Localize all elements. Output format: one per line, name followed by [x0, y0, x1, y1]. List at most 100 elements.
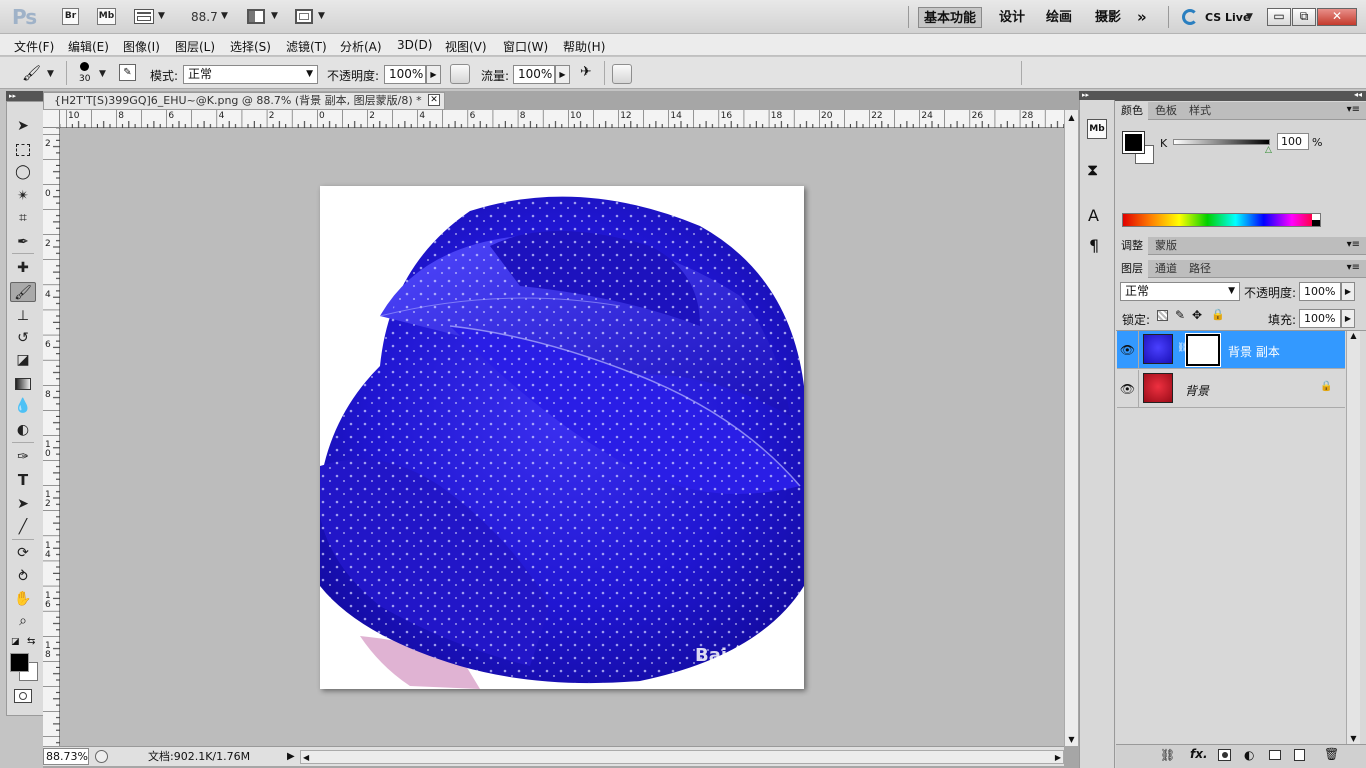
clone-stamp-tool-icon[interactable]: ⊥ [10, 306, 36, 326]
zoom-input[interactable]: 88.73% [43, 748, 89, 765]
menu-help[interactable]: 帮助(H) [563, 38, 605, 55]
mini-bridge-button[interactable]: Mb [97, 8, 116, 25]
chevron-down-icon[interactable]: ▼ [158, 11, 165, 21]
status-menu-arrow-icon[interactable]: ▶ [287, 748, 295, 766]
tools-header[interactable]: ▸▸ [6, 91, 44, 101]
ruler-origin[interactable] [43, 110, 60, 128]
hand-tool-icon[interactable]: ✋ [10, 589, 36, 609]
path-selection-tool-icon[interactable]: ➤ [10, 494, 36, 514]
layer-row-background[interactable]: 👁 背景 🔒 [1117, 370, 1345, 408]
pen-tool-icon[interactable]: ✑ [10, 447, 36, 467]
group-icon[interactable] [1269, 750, 1281, 760]
opacity-slider-button[interactable]: ▶ [426, 65, 441, 84]
character-panel-icon[interactable]: A [1088, 206, 1099, 225]
lock-position-icon[interactable]: ✥ [1192, 308, 1202, 322]
workspace-essentials-button[interactable]: 基本功能 [918, 7, 982, 28]
layer-opacity-slider-button[interactable]: ▶ [1341, 282, 1355, 301]
layer-name[interactable]: 背景 副本 [1228, 343, 1280, 360]
mask-icon[interactable] [1218, 749, 1231, 761]
eraser-tool-icon[interactable]: ◪ [10, 350, 36, 370]
pressure-opacity-icon[interactable] [450, 64, 470, 84]
workspace-photography-button[interactable]: 摄影 [1095, 7, 1121, 28]
extras-icon[interactable] [134, 9, 154, 24]
lasso-tool-icon[interactable]: ◯ [10, 162, 36, 182]
scroll-up-icon[interactable]: ▲ [1065, 113, 1078, 122]
opacity-input[interactable]: 100% [384, 65, 426, 84]
screen-mode-icon[interactable] [295, 9, 313, 24]
tab-styles[interactable]: 样式 [1184, 102, 1216, 120]
chevron-down-icon[interactable]: ▼ [47, 69, 54, 79]
lock-all-icon[interactable]: 🔒 [1211, 308, 1225, 321]
vertical-scrollbar[interactable]: ▲ ▼ [1064, 110, 1078, 746]
k-value-input[interactable]: 100 [1277, 133, 1309, 150]
brush-tool-icon[interactable]: 🖌 [10, 282, 36, 302]
tab-layers[interactable]: 图层 [1116, 260, 1148, 278]
fill-slider-button[interactable]: ▶ [1341, 309, 1355, 328]
menu-3d[interactable]: 3D(D) [397, 38, 432, 52]
tab-adjustments[interactable]: 调整 [1116, 237, 1148, 255]
default-colors-icon[interactable]: ◪ [11, 637, 20, 647]
crop-tool-icon[interactable]: ⌗ [10, 208, 36, 228]
menu-file[interactable]: 文件(F) [14, 38, 54, 55]
3d-rotate-tool-icon[interactable]: ⟳ [10, 543, 36, 563]
chevron-down-icon[interactable]: ▼ [318, 11, 325, 21]
layer-mask-thumbnail[interactable] [1185, 333, 1221, 367]
chevron-down-icon[interactable]: ▼ [1246, 12, 1253, 22]
minimize-button[interactable]: ▭ [1267, 8, 1291, 26]
new-layer-icon[interactable] [1294, 749, 1305, 761]
move-tool-icon[interactable]: ➤ [10, 116, 36, 136]
trash-icon[interactable]: 🗑 [1324, 747, 1339, 761]
menu-select[interactable]: 选择(S) [230, 38, 271, 55]
menu-filter[interactable]: 滤镜(T) [286, 38, 327, 55]
flow-input[interactable]: 100% [513, 65, 555, 84]
chevron-down-icon[interactable]: ▼ [271, 11, 278, 21]
eyedropper-tool-icon[interactable]: ✒ [10, 232, 36, 252]
menu-layer[interactable]: 图层(L) [175, 38, 215, 55]
chevron-down-icon[interactable]: ▼ [99, 69, 106, 79]
menu-analysis[interactable]: 分析(A) [340, 38, 382, 55]
scroll-right-icon[interactable]: ▶ [1055, 749, 1061, 767]
arrange-documents-icon[interactable] [247, 9, 265, 24]
blend-mode-select[interactable]: 正常 ▼ [1120, 282, 1240, 301]
more-workspaces-button[interactable]: » [1137, 7, 1147, 28]
document-image[interactable]: Bai 经验 jingyan.baidu.com [320, 186, 804, 689]
scroll-left-icon[interactable]: ◀ [303, 749, 309, 767]
visibility-eye-icon[interactable]: 👁 [1117, 331, 1139, 369]
lock-pixels-icon[interactable]: ✎ [1175, 308, 1185, 322]
type-tool-icon[interactable]: T [10, 470, 36, 490]
blur-tool-icon[interactable]: 💧 [10, 396, 36, 416]
brush-tool-preset-icon[interactable]: 🖌 [22, 64, 41, 82]
k-slider[interactable] [1173, 139, 1270, 145]
collapse-icon[interactable]: ◂◂ [1354, 90, 1362, 99]
tab-color[interactable]: 颜色 [1116, 102, 1148, 120]
panel-menu-icon[interactable]: ▾≡ [1347, 262, 1360, 273]
workspace-painting-button[interactable]: 绘画 [1046, 7, 1072, 28]
history-panel-icon[interactable]: ⧗ [1087, 160, 1098, 180]
quick-selection-tool-icon[interactable]: ✴ [10, 186, 36, 206]
swap-colors-icon[interactable]: ⇆ [27, 636, 35, 647]
adjustment-icon[interactable]: ◐ [1244, 748, 1254, 762]
link-icon[interactable]: ⛓ [1160, 748, 1175, 762]
document-tab[interactable]: {H2T'T[S)399GQ]6_EHU~@K.png @ 88.7% (背景 … [43, 92, 445, 110]
airbrush-icon[interactable]: ✈ [580, 64, 592, 80]
tab-channels[interactable]: 通道 [1150, 260, 1182, 278]
color-spectrum-bar[interactable] [1122, 213, 1321, 227]
mode-select[interactable]: 正常 ▼ [183, 65, 318, 84]
scroll-up-icon[interactable]: ▲ [1347, 331, 1360, 340]
visibility-eye-icon[interactable]: 👁 [1117, 370, 1139, 408]
pressure-size-icon[interactable] [612, 64, 632, 84]
paragraph-panel-icon[interactable]: ¶ [1089, 236, 1099, 255]
cslive-menu[interactable]: CS Live [1205, 11, 1250, 24]
line-tool-icon[interactable]: ╱ [10, 517, 36, 537]
brush-tip-icon[interactable] [80, 62, 89, 71]
marquee-tool-icon[interactable] [10, 140, 36, 160]
menu-edit[interactable]: 编辑(E) [68, 38, 109, 55]
fill-input[interactable]: 100% [1299, 309, 1341, 328]
close-document-button[interactable]: ✕ [428, 94, 440, 106]
dock-header[interactable]: ▸▸ [1079, 91, 1115, 100]
workspace-design-button[interactable]: 设计 [999, 7, 1025, 28]
slider-thumb-icon[interactable]: △ [1265, 145, 1272, 155]
zoom-tool-icon[interactable]: ⌕ [10, 611, 36, 631]
menu-image[interactable]: 图像(I) [123, 38, 160, 55]
foreground-color-swatch[interactable] [10, 653, 29, 672]
